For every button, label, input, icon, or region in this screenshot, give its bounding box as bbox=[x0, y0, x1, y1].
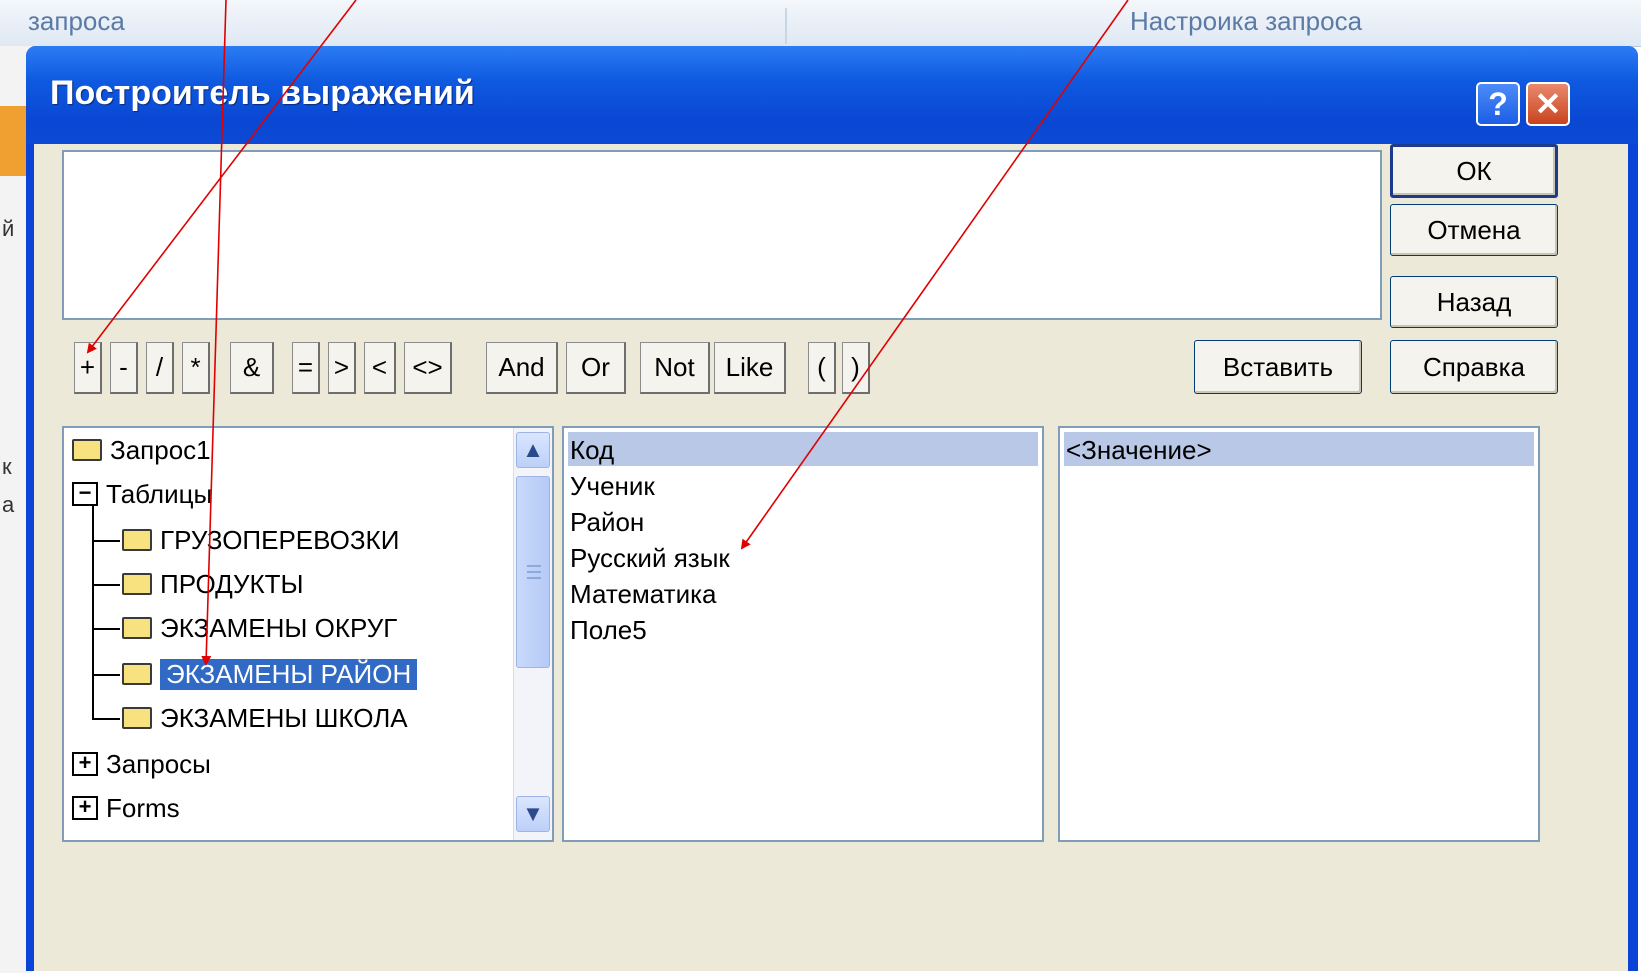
operator-ampersand-button[interactable]: & bbox=[230, 342, 274, 394]
tree-item-label: Запросы bbox=[106, 748, 211, 779]
objects-tree[interactable]: Запрос1 − Таблицы ГРУЗОПЕРЕВОЗКИ ПРОДУКТ… bbox=[62, 426, 554, 842]
operator-open-paren-button[interactable]: ( bbox=[808, 342, 836, 394]
operator-greater-button[interactable]: > bbox=[328, 342, 356, 394]
operator-less-button[interactable]: < bbox=[364, 342, 396, 394]
background-divider bbox=[785, 8, 787, 44]
operator-close-paren-button[interactable]: ) bbox=[842, 342, 870, 394]
values-list[interactable]: <Значение> bbox=[1058, 426, 1540, 842]
selected-row-highlight bbox=[568, 432, 1038, 466]
operator-not-button[interactable]: Not bbox=[640, 342, 710, 394]
expression-builder-dialog: Построитель выражений ? ✕ ОК Отмена Наза… bbox=[26, 46, 1638, 971]
folder-icon bbox=[72, 439, 102, 461]
background-fragment: а bbox=[2, 492, 15, 517]
list-item[interactable]: Математика bbox=[570, 576, 717, 612]
scroll-grip bbox=[527, 571, 541, 573]
tree-item-cargo[interactable]: ГРУЗОПЕРЕВОЗКИ bbox=[122, 520, 399, 560]
collapse-minus-icon[interactable]: − bbox=[72, 482, 98, 506]
tree-item-label: ГРУЗОПЕРЕВОЗКИ bbox=[160, 524, 400, 555]
list-item[interactable]: <Значение> bbox=[1066, 432, 1212, 468]
help-icon[interactable]: ? bbox=[1476, 82, 1520, 126]
background-fragment: й bbox=[2, 216, 15, 241]
operator-not-equal-button[interactable]: <> bbox=[404, 342, 452, 394]
tree-connector bbox=[92, 540, 120, 542]
background-orange-accent bbox=[0, 106, 28, 176]
operator-divide-button[interactable]: / bbox=[146, 342, 174, 394]
close-icon[interactable]: ✕ bbox=[1526, 82, 1570, 126]
tree-connector bbox=[92, 674, 120, 676]
dialog-title: Построитель выражений bbox=[50, 74, 475, 112]
tree-connector bbox=[92, 718, 120, 720]
fields-list[interactable]: Код Ученик Район Русский язык Математика… bbox=[562, 426, 1044, 842]
tree-item-forms[interactable]: + Forms bbox=[72, 788, 180, 828]
tree-item-label: ПРОДУКТЫ bbox=[160, 568, 304, 599]
open-folder-icon bbox=[122, 663, 152, 685]
operator-minus-button[interactable]: - bbox=[110, 342, 138, 394]
list-item[interactable]: Поле5 bbox=[570, 612, 647, 648]
list-item[interactable]: Код bbox=[570, 432, 614, 468]
tree-item-label: Таблицы bbox=[106, 478, 213, 509]
title-bar[interactable]: Построитель выражений ? ✕ bbox=[26, 46, 1638, 144]
ok-button[interactable]: ОК bbox=[1390, 144, 1558, 198]
operator-equals-button[interactable]: = bbox=[292, 342, 320, 394]
background-fragment: к bbox=[2, 454, 12, 479]
operator-multiply-button[interactable]: * bbox=[182, 342, 210, 394]
folder-icon bbox=[122, 573, 152, 595]
operator-like-button[interactable]: Like bbox=[714, 342, 786, 394]
background-ribbon: запроса Настроика запроса bbox=[0, 0, 1641, 47]
folder-icon bbox=[122, 529, 152, 551]
tree-item-products[interactable]: ПРОДУКТЫ bbox=[122, 564, 304, 604]
scroll-thumb[interactable] bbox=[516, 476, 550, 668]
tree-connector bbox=[92, 506, 94, 720]
scroll-grip bbox=[527, 565, 541, 567]
expand-plus-icon[interactable]: + bbox=[72, 752, 98, 776]
operator-or-button[interactable]: Or bbox=[566, 342, 626, 394]
scroll-up-icon[interactable]: ▲ bbox=[516, 432, 550, 468]
tree-item-label: ЭКЗАМЕНЫ ШКОЛА bbox=[160, 702, 408, 733]
folder-icon bbox=[122, 617, 152, 639]
tree-item-label: Запрос1 bbox=[110, 434, 211, 465]
list-item[interactable]: Район bbox=[570, 504, 644, 540]
tree-item-query1[interactable]: Запрос1 bbox=[72, 430, 211, 470]
tree-item-label: Forms bbox=[106, 792, 180, 823]
operator-plus-button[interactable]: + bbox=[74, 342, 102, 394]
insert-button[interactable]: Вставить bbox=[1194, 340, 1362, 394]
folder-icon bbox=[122, 707, 152, 729]
background-tab-query-settings: Настроика запроса bbox=[1130, 6, 1363, 36]
help-button[interactable]: Справка bbox=[1390, 340, 1558, 394]
list-item[interactable]: Русский язык bbox=[570, 540, 730, 576]
tree-connector bbox=[92, 584, 120, 586]
expand-plus-icon[interactable]: + bbox=[72, 796, 98, 820]
back-button[interactable]: Назад bbox=[1390, 276, 1558, 328]
expression-input[interactable] bbox=[62, 150, 1382, 320]
tree-item-label-selected: ЭКЗАМЕНЫ РАЙОН bbox=[160, 658, 418, 690]
tree-item-queries[interactable]: + Запросы bbox=[72, 744, 211, 784]
scroll-down-icon[interactable]: ▼ bbox=[516, 796, 550, 832]
list-item[interactable]: Ученик bbox=[570, 468, 655, 504]
tree-item-exams-region[interactable]: ЭКЗАМЕНЫ РАЙОН bbox=[122, 654, 418, 694]
tree-connector bbox=[92, 628, 120, 630]
operator-and-button[interactable]: And bbox=[486, 342, 558, 394]
tree-item-label: ЭКЗАМЕНЫ ОКРУГ bbox=[160, 612, 398, 643]
dialog-client-area: ОК Отмена Назад Вставить Справка + - / *… bbox=[34, 144, 1628, 971]
cancel-button[interactable]: Отмена bbox=[1390, 204, 1558, 256]
tree-scrollbar[interactable]: ▲ ▼ bbox=[513, 428, 552, 840]
tree-item-exams-district[interactable]: ЭКЗАМЕНЫ ОКРУГ bbox=[122, 608, 397, 648]
tree-item-exams-school[interactable]: ЭКЗАМЕНЫ ШКОЛА bbox=[122, 698, 408, 738]
background-tab-query: запроса bbox=[28, 6, 125, 36]
scroll-grip bbox=[527, 577, 541, 579]
